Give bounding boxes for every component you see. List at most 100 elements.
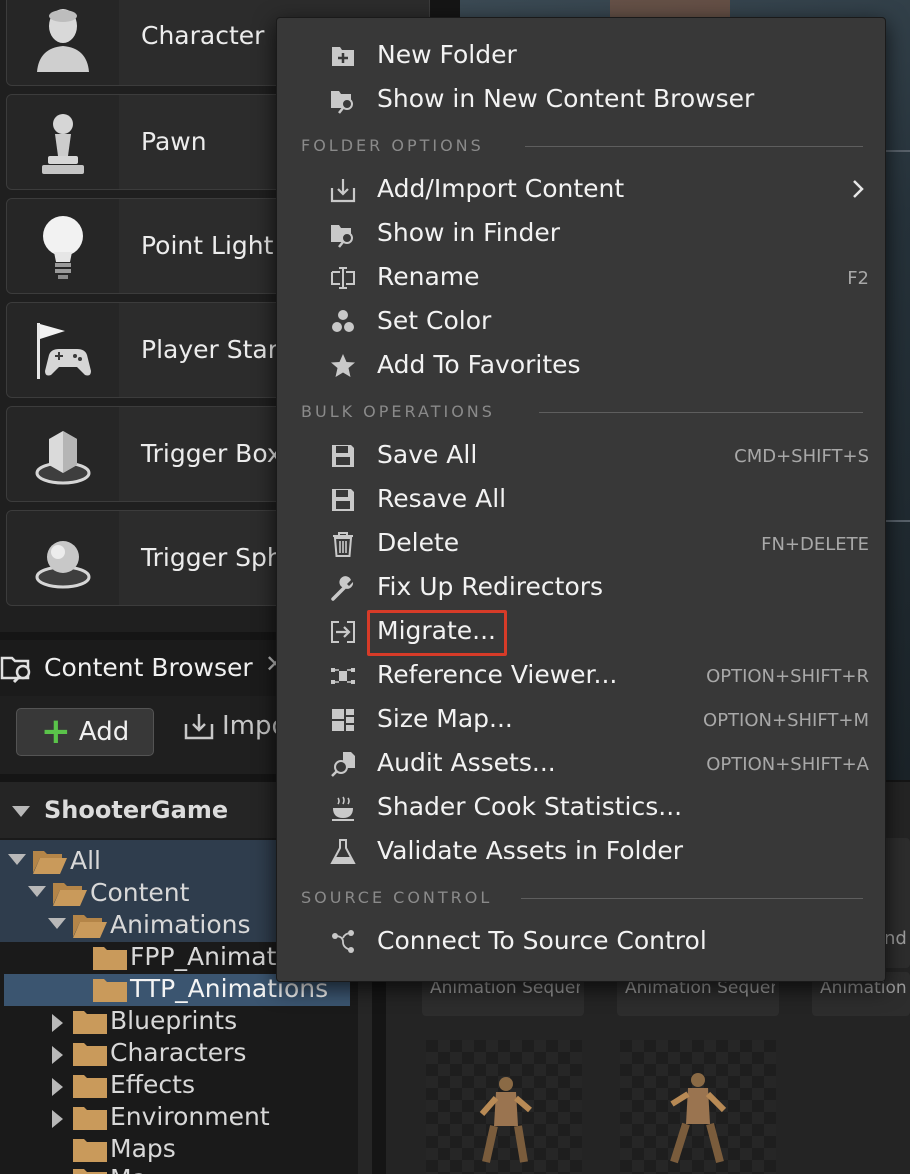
menu-item-label: Audit Assets... [377,748,556,777]
tree-item-label: Ma [110,1164,147,1174]
trash-icon [333,532,353,557]
collapse-arrow-icon [12,806,30,817]
player-start-icon [7,303,119,397]
expand-arrow-icon [52,1110,63,1128]
menu-item-label: New Folder [377,40,517,69]
menu-item-shortcut: OPTION+SHIFT+M [703,710,869,731]
folder-icon [73,1139,107,1162]
animation-thumbnail[interactable] [426,1040,582,1174]
section-header-folder-options: FOLDER OPTIONS [301,136,484,155]
folder-icon [73,1011,107,1034]
new-folder-icon [332,47,354,66]
tree-root-label: ShooterGame [44,796,229,824]
character-icon [7,0,119,85]
rename-icon [331,267,355,289]
menu-item-rename[interactable]: Rename F2 [277,256,885,300]
menu-item-label: Validate Assets in Folder [377,836,683,865]
actor-label: Character [141,21,265,50]
pawn-icon [7,95,119,189]
content-browser-title: Content Browser [44,653,253,682]
point-light-icon [7,199,119,293]
animation-thumbnail[interactable] [620,1040,776,1174]
menu-item-label: Reference Viewer... [377,660,618,689]
section-header-source-control: SOURCE CONTROL [301,888,493,907]
trigger-sphere-icon [7,511,119,605]
reference-viewer-icon [331,668,355,684]
section-divider [539,412,863,413]
menu-item-shortcut: F2 [847,268,869,289]
submenu-chevron-icon [853,180,864,198]
set-color-icon [332,310,354,332]
tree-item-label: Characters [110,1038,247,1067]
menu-item-add-import-content[interactable]: Add/Import Content [277,168,885,212]
folder-icon [93,979,127,1002]
menu-item-label: Fix Up Redirectors [377,572,604,601]
show-in-content-browser-icon [331,91,353,114]
menu-item-set-color[interactable]: Set Color [277,300,885,344]
menu-item-label: Shader Cook Statistics... [377,792,683,821]
menu-item-add-to-favorites[interactable]: Add To Favorites [277,344,885,388]
folder-icon [93,947,127,970]
tree-item-environment[interactable]: Environment [0,1102,372,1134]
menu-item-label: Add To Favorites [377,350,581,379]
menu-item-show-in-finder[interactable]: Show in Finder [277,212,885,256]
menu-item-resave-all[interactable]: Resave All [277,478,885,522]
tree-item-blueprints[interactable]: Blueprints [0,1006,372,1038]
tree-item-label: Blueprints [110,1006,238,1035]
menu-item-save-all[interactable]: Save All CMD+SHIFT+S [277,434,885,478]
soldier-figure-icon [670,1073,727,1164]
section-divider [521,898,863,899]
menu-item-validate-assets[interactable]: Validate Assets in Folder [277,830,885,874]
trigger-box-icon [7,407,119,501]
audit-icon [331,752,355,777]
menu-item-label: Resave All [377,484,507,513]
menu-item-fix-up-redirectors[interactable]: Fix Up Redirectors [277,566,885,610]
tree-item-label: Content [90,878,190,907]
menu-item-label: Save All [377,440,478,469]
star-icon [331,354,355,377]
migrate-icon [331,621,355,643]
folder-icon [73,1075,107,1098]
flask-icon [330,839,356,864]
menu-item-shader-cook-statistics[interactable]: Shader Cook Statistics... [277,786,885,830]
menu-item-shortcut: CMD+SHIFT+S [734,446,869,467]
folder-icon [73,1043,107,1066]
soldier-figure-icon [479,1077,532,1163]
menu-item-label: Add/Import Content [377,174,625,203]
expand-arrow-icon [52,1014,63,1032]
asset-partial-label: nd [884,928,907,949]
tree-item-partial[interactable]: Ma [0,1164,372,1174]
menu-item-label: Show in New Content Browser [377,84,755,113]
menu-item-shortcut: FN+DELETE [761,534,869,555]
menu-item-new-folder[interactable]: New Folder [277,34,885,78]
add-button[interactable]: + Add [16,708,154,756]
menu-item-shortcut: OPTION+SHIFT+R [706,666,869,687]
import-icon [330,179,356,203]
menu-item-shortcut: OPTION+SHIFT+A [706,754,869,775]
tree-item-effects[interactable]: Effects [0,1070,372,1102]
add-button-label: Add [78,717,130,747]
tree-item-maps[interactable]: Maps [0,1134,372,1166]
menu-item-label: Rename [377,262,480,291]
actor-label: Pawn [141,127,207,156]
tree-item-characters[interactable]: Characters [0,1038,372,1070]
menu-item-size-map[interactable]: Size Map... OPTION+SHIFT+M [277,698,885,742]
expand-arrow-icon [52,1046,63,1064]
folder-open-icon [73,915,107,938]
actor-label: Player Start [141,335,288,364]
section-divider [525,146,863,147]
menu-item-show-in-new-content-browser[interactable]: Show in New Content Browser [277,78,885,122]
migrate-highlight-box [367,610,507,656]
menu-item-label: Set Color [377,306,492,335]
tree-item-label: Animations [110,910,251,939]
shader-stats-icon [332,796,354,821]
folder-open-icon [53,883,87,906]
import-icon [184,714,214,740]
menu-item-audit-assets[interactable]: Audit Assets... OPTION+SHIFT+A [277,742,885,786]
menu-item-connect-source-control[interactable]: Connect To Source Control [277,920,885,964]
folder-icon [73,1107,107,1130]
folder-context-menu: New Folder Show in New Content Browser F… [276,17,886,982]
menu-item-reference-viewer[interactable]: Reference Viewer... OPTION+SHIFT+R [277,654,885,698]
menu-item-delete[interactable]: Delete FN+DELETE [277,522,885,566]
tree-item-label: Environment [110,1102,270,1131]
